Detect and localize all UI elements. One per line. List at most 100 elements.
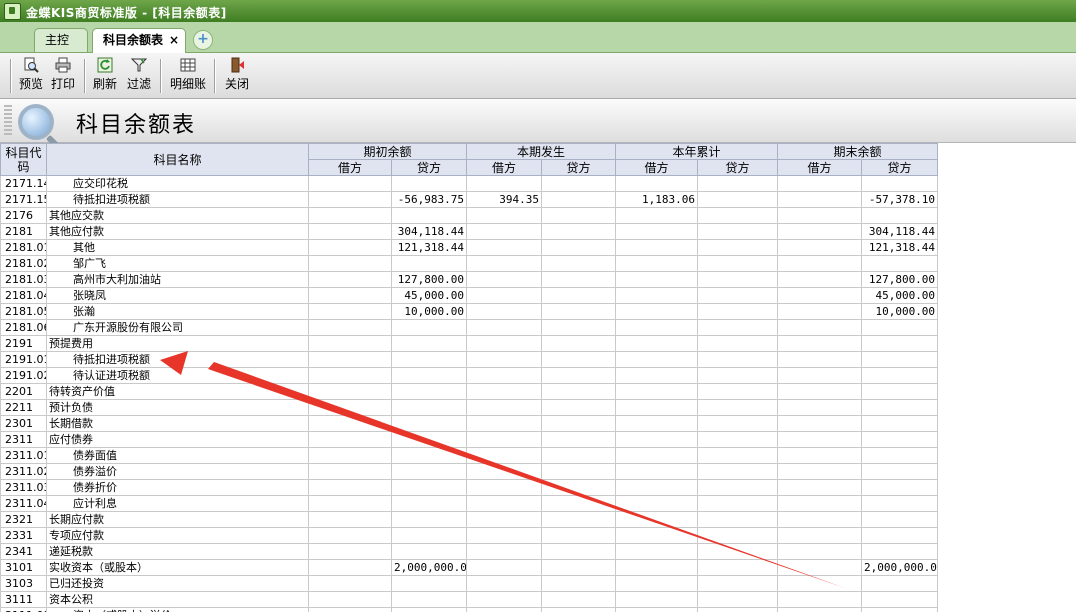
amount-cell: [615, 175, 699, 192]
table-row[interactable]: 2311 应付债券: [0, 431, 939, 448]
balance-table-container[interactable]: 科目代码 科目名称 期初余额 本期发生 本年累计 期末余额 借方 贷方 借方 贷…: [0, 143, 1076, 612]
amount-cell: [777, 175, 863, 192]
amount-cell: [615, 319, 699, 336]
amount-cell: [541, 191, 617, 208]
col-header-debit[interactable]: 借方: [777, 159, 863, 176]
table-row[interactable]: 2321 长期应付款: [0, 511, 939, 528]
table-row[interactable]: 2181.02 邹广飞: [0, 255, 939, 272]
amount-cell: [308, 191, 392, 208]
amount-cell: [308, 303, 392, 320]
detail-ledger-button[interactable]: 明细账: [170, 55, 206, 95]
amount-cell: [861, 447, 939, 464]
refresh-button[interactable]: 刷新: [90, 55, 120, 95]
table-row[interactable]: 2341 递延税款: [0, 543, 939, 560]
amount-cell: [390, 207, 468, 224]
table-row[interactable]: 2331 专项应付款: [0, 527, 939, 544]
amount-cell: [777, 495, 863, 512]
filter-label: 过滤: [126, 77, 151, 91]
table-row[interactable]: 2311.03 债券折价: [0, 479, 939, 496]
table-row[interactable]: 2181.03 高州市大利加油站 127,800.00 127,800.00: [0, 271, 939, 288]
amount-cell: [466, 335, 543, 352]
table-row[interactable]: 2181.05 张瀚 10,000.00 10,000.00: [0, 303, 939, 320]
amount-cell: [615, 527, 699, 544]
tab-home[interactable]: 主控台: [34, 28, 88, 69]
amount-cell: [697, 191, 779, 208]
amount-cell: [697, 495, 779, 512]
table-row[interactable]: 2211 预计负债: [0, 399, 939, 416]
account-name-cell: 待认证进项税额: [46, 367, 309, 384]
col-header-name[interactable]: 科目名称: [46, 143, 309, 176]
table-row[interactable]: 2311.01 债券面值: [0, 447, 939, 464]
table-row[interactable]: 2181.04 张晓凤 45,000.00 45,000.00: [0, 287, 939, 304]
table-row[interactable]: 2181.01 其他 121,318.44 121,318.44: [0, 239, 939, 256]
toolbar-separator: [10, 59, 12, 93]
col-header-credit[interactable]: 贷方: [697, 159, 779, 176]
amount-cell: [541, 527, 617, 544]
account-code-cell: 3101: [0, 559, 47, 576]
amount-cell: [777, 335, 863, 352]
table-row[interactable]: 3111 资本公积: [0, 591, 939, 608]
amount-cell: [615, 303, 699, 320]
col-header-credit[interactable]: 贷方: [861, 159, 939, 176]
tab-account-balance[interactable]: 科目余额表 ×: [92, 28, 186, 53]
table-row[interactable]: 2176 其他应交款: [0, 207, 939, 224]
amount-cell: 121,318.44: [861, 239, 939, 256]
amount-cell: [466, 527, 543, 544]
account-name-cell: 待抵扣进项税额: [46, 191, 309, 208]
table-row[interactable]: 3103 已归还投资: [0, 575, 939, 592]
table-row[interactable]: 2181.06 广东开源股份有限公司: [0, 319, 939, 336]
amount-cell: [697, 367, 779, 384]
print-button[interactable]: 打印: [48, 55, 78, 95]
amount-cell: [615, 351, 699, 368]
amount-cell: [861, 527, 939, 544]
print-preview-icon: [24, 57, 39, 73]
amount-cell: [777, 399, 863, 416]
amount-cell: [466, 415, 543, 432]
amount-cell: [466, 223, 543, 240]
col-header-debit[interactable]: 借方: [615, 159, 699, 176]
col-header-credit[interactable]: 贷方: [541, 159, 617, 176]
tab-close-icon[interactable]: ×: [169, 29, 179, 51]
add-tab-icon[interactable]: +: [193, 30, 213, 50]
table-row[interactable]: 2171.14 应交印花税: [0, 175, 939, 192]
account-name-cell: 待转资产价值: [46, 383, 309, 400]
preview-button[interactable]: 预览: [16, 55, 46, 95]
col-header-code[interactable]: 科目代码: [0, 143, 47, 176]
close-button[interactable]: 关闭: [222, 55, 252, 95]
amount-cell: [697, 319, 779, 336]
amount-cell: 45,000.00: [861, 287, 939, 304]
account-code-cell: 2331: [0, 527, 47, 544]
amount-cell: [390, 367, 468, 384]
table-row[interactable]: 2191.02 待认证进项税额: [0, 367, 939, 384]
table-row[interactable]: 2191.01 待抵扣进项税额: [0, 351, 939, 368]
table-row[interactable]: 2171.15 待抵扣进项税额 -56,983.75 394.35 1,183.06 -5…: [0, 191, 939, 208]
amount-cell: [697, 223, 779, 240]
col-header-debit[interactable]: 借方: [308, 159, 392, 176]
amount-cell: [541, 447, 617, 464]
account-code-cell: 2341: [0, 543, 47, 560]
table-row[interactable]: 2311.04 应计利息: [0, 495, 939, 512]
account-name-cell: 债券溢价: [46, 463, 309, 480]
filter-button[interactable]: 过滤: [124, 55, 154, 95]
amount-cell: [541, 207, 617, 224]
table-row[interactable]: 3111.01资本（或股本）溢价: [0, 607, 939, 612]
table-row[interactable]: 2181 其他应付款 304,118.44 304,118.44: [0, 223, 939, 240]
table-row[interactable]: 3101 实收资本（或股本） 2,000,000.00 2,000,000.00: [0, 559, 939, 576]
table-row[interactable]: 2191 预提费用: [0, 335, 939, 352]
account-name-cell: 待抵扣进项税额: [46, 351, 309, 368]
amount-cell: [697, 383, 779, 400]
table-row[interactable]: 2301 长期借款: [0, 415, 939, 432]
amount-cell: [390, 447, 468, 464]
amount-cell: [697, 447, 779, 464]
table-row[interactable]: 2311.02 债券溢价: [0, 463, 939, 480]
amount-cell: [541, 255, 617, 272]
amount-cell: [615, 479, 699, 496]
table-row[interactable]: 2201 待转资产价值: [0, 383, 939, 400]
account-code-cell: 2181.04: [0, 287, 47, 304]
col-header-debit[interactable]: 借方: [466, 159, 543, 176]
amount-cell: [390, 527, 468, 544]
account-name-cell: 应交印花税: [46, 175, 309, 192]
account-name-cell: 高州市大利加油站: [46, 271, 309, 288]
amount-cell: [541, 463, 617, 480]
col-header-credit[interactable]: 贷方: [390, 159, 468, 176]
